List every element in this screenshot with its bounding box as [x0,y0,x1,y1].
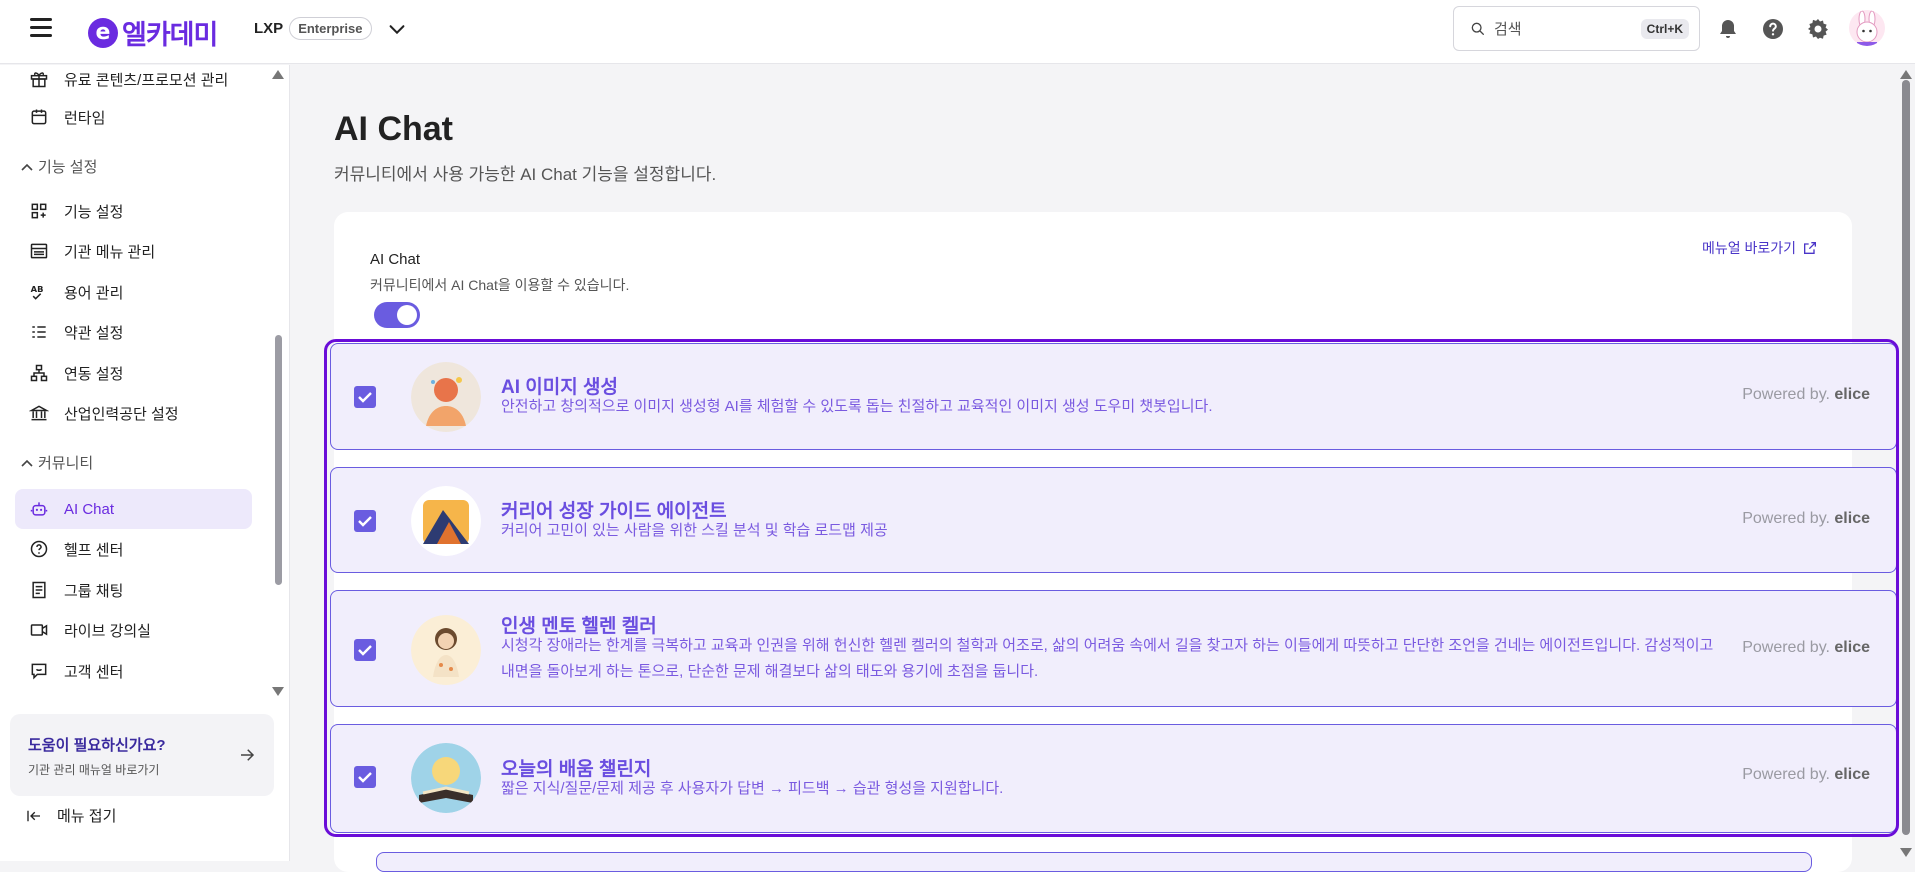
manual-link-label: 메뉴얼 바로가기 [1702,240,1797,256]
sidebar-item-paid-content[interactable]: 유료 콘텐츠/프로모션 관리 [15,59,252,99]
collapse-arrow-icon [27,810,40,821]
chevron-down-icon[interactable] [386,18,408,40]
sidebar-item-customer-center[interactable]: 고객 센터 [15,651,252,691]
sidebar-item-label: 기관 메뉴 관리 [64,243,156,261]
sidebar-item-ai-chat[interactable]: AI Chat [15,489,252,529]
sidebar-scroll-down[interactable] [272,687,284,696]
bank-icon [29,405,49,421]
sidebar: 유료 콘텐츠/프로모션 관리 런타임 기능 설정 기능 설정 기관 메뉴 관리 … [0,65,290,861]
robot-icon [30,502,48,516]
sidebar-item-terms-dictionary[interactable]: AB 용어 관리 [15,272,252,312]
logo-text: 엘카데미 [122,20,218,51]
sidebar-item-feature-settings[interactable]: 기능 설정 [15,191,252,231]
edition-badge: Enterprise [289,17,372,40]
sidebar-item-group-chat[interactable]: 그룹 채팅 [15,570,252,610]
gear-icon[interactable] [1806,17,1830,41]
bot-row-partial[interactable] [376,852,1812,872]
collapse-menu-button[interactable]: 메뉴 접기 [25,805,116,826]
sidebar-item-menu-management[interactable]: 기관 메뉴 관리 [15,231,252,271]
support-icon [31,663,47,680]
sidebar-item-hrd-settings[interactable]: 산업인력공단 설정 [15,393,252,433]
sidebar-scroll-up[interactable] [272,70,284,79]
sidebar-scrollbar[interactable] [275,335,282,585]
list-icon [32,326,46,338]
spellcheck-icon: AB [31,284,44,300]
grid-plus-icon [31,203,47,219]
arrow-right-icon [241,749,255,761]
hierarchy-icon [30,364,48,382]
user-avatar[interactable] [1849,10,1885,46]
bunny-avatar-icon [1856,10,1878,46]
product-name: LXP [254,20,284,37]
bell-icon[interactable] [1716,17,1740,41]
chevron-up-icon [21,163,33,171]
product-switcher[interactable]: LXP Enterprise [254,17,408,40]
svg-text:AB: AB [31,284,44,294]
sidebar-item-label: AI Chat [64,500,115,518]
help-card-title: 도움이 필요하신가요? [28,737,166,754]
sidebar-item-label: 그룹 채팅 [64,582,124,600]
section-features-label: 기능 설정 [38,159,98,176]
sidebar-item-label: 연동 설정 [64,365,124,383]
bots-selection-highlight [324,339,1899,837]
ai-chat-toggle[interactable] [374,302,420,328]
sidebar-item-integration-settings[interactable]: 연동 설정 [15,353,252,393]
section-features-toggle[interactable]: 기능 설정 [20,156,97,177]
top-bar: e 엘카데미 LXP Enterprise 검색 Ctrl+K [0,0,1915,64]
feature-label: AI Chat [370,251,421,268]
menu-panel-icon [30,243,48,259]
sidebar-item-label: 런타임 [64,109,106,127]
section-community-label: 커뮤니티 [38,455,94,472]
help-circle-icon [30,540,48,558]
sidebar-item-label: 기능 설정 [64,203,124,221]
manual-link[interactable]: 메뉴얼 바로가기 [1702,238,1818,258]
logo-mark-icon: e [88,17,118,48]
calendar-icon [31,109,47,125]
toggle-knob [397,305,417,325]
page-description: 커뮤니티에서 사용 가능한 AI Chat 기능을 설정합니다. [334,165,717,184]
main-scroll-up[interactable] [1900,70,1912,79]
sidebar-item-label: 라이브 강의실 [64,622,151,640]
sidebar-item-runtime[interactable]: 런타임 [15,97,252,137]
logo[interactable]: e 엘카데미 [88,13,218,52]
sidebar-item-policy-settings[interactable]: 약관 설정 [15,312,252,352]
search-icon [1471,22,1484,35]
video-icon [30,624,48,636]
section-community-toggle[interactable]: 커뮤니티 [20,452,93,473]
sidebar-item-label: 약관 설정 [64,324,124,342]
search-shortcut: Ctrl+K [1640,18,1689,39]
collapse-label: 메뉴 접기 [57,808,117,825]
chat-doc-icon [32,581,46,599]
sidebar-item-help-center[interactable]: 헬프 센터 [15,529,252,569]
chevron-up-icon [21,459,33,467]
main-scrollbar[interactable] [1902,80,1910,835]
sidebar-item-label: 유료 콘텐츠/프로모션 관리 [64,71,229,89]
search-placeholder: 검색 [1494,21,1522,38]
search-box[interactable]: 검색 Ctrl+K [1453,6,1700,51]
feature-description: 커뮤니티에서 AI Chat을 이용할 수 있습니다. [370,277,630,293]
external-link-icon [1804,242,1817,254]
sidebar-item-label: 헬프 센터 [64,541,124,559]
help-card-subtitle: 기관 관리 매뉴얼 바로가기 [28,763,160,777]
hamburger-menu-icon[interactable] [30,18,52,38]
sidebar-item-label: 고객 센터 [64,663,124,681]
page-title: AI Chat [334,110,453,148]
sidebar-item-label: 산업인력공단 설정 [64,405,179,423]
help-card[interactable]: 도움이 필요하신가요? 기관 관리 매뉴얼 바로가기 [10,714,274,796]
gift-icon [30,72,48,88]
sidebar-item-label: 용어 관리 [64,284,124,302]
main-scroll-down[interactable] [1900,848,1912,857]
help-icon[interactable] [1761,17,1785,41]
sidebar-item-live-classroom[interactable]: 라이브 강의실 [15,610,252,650]
